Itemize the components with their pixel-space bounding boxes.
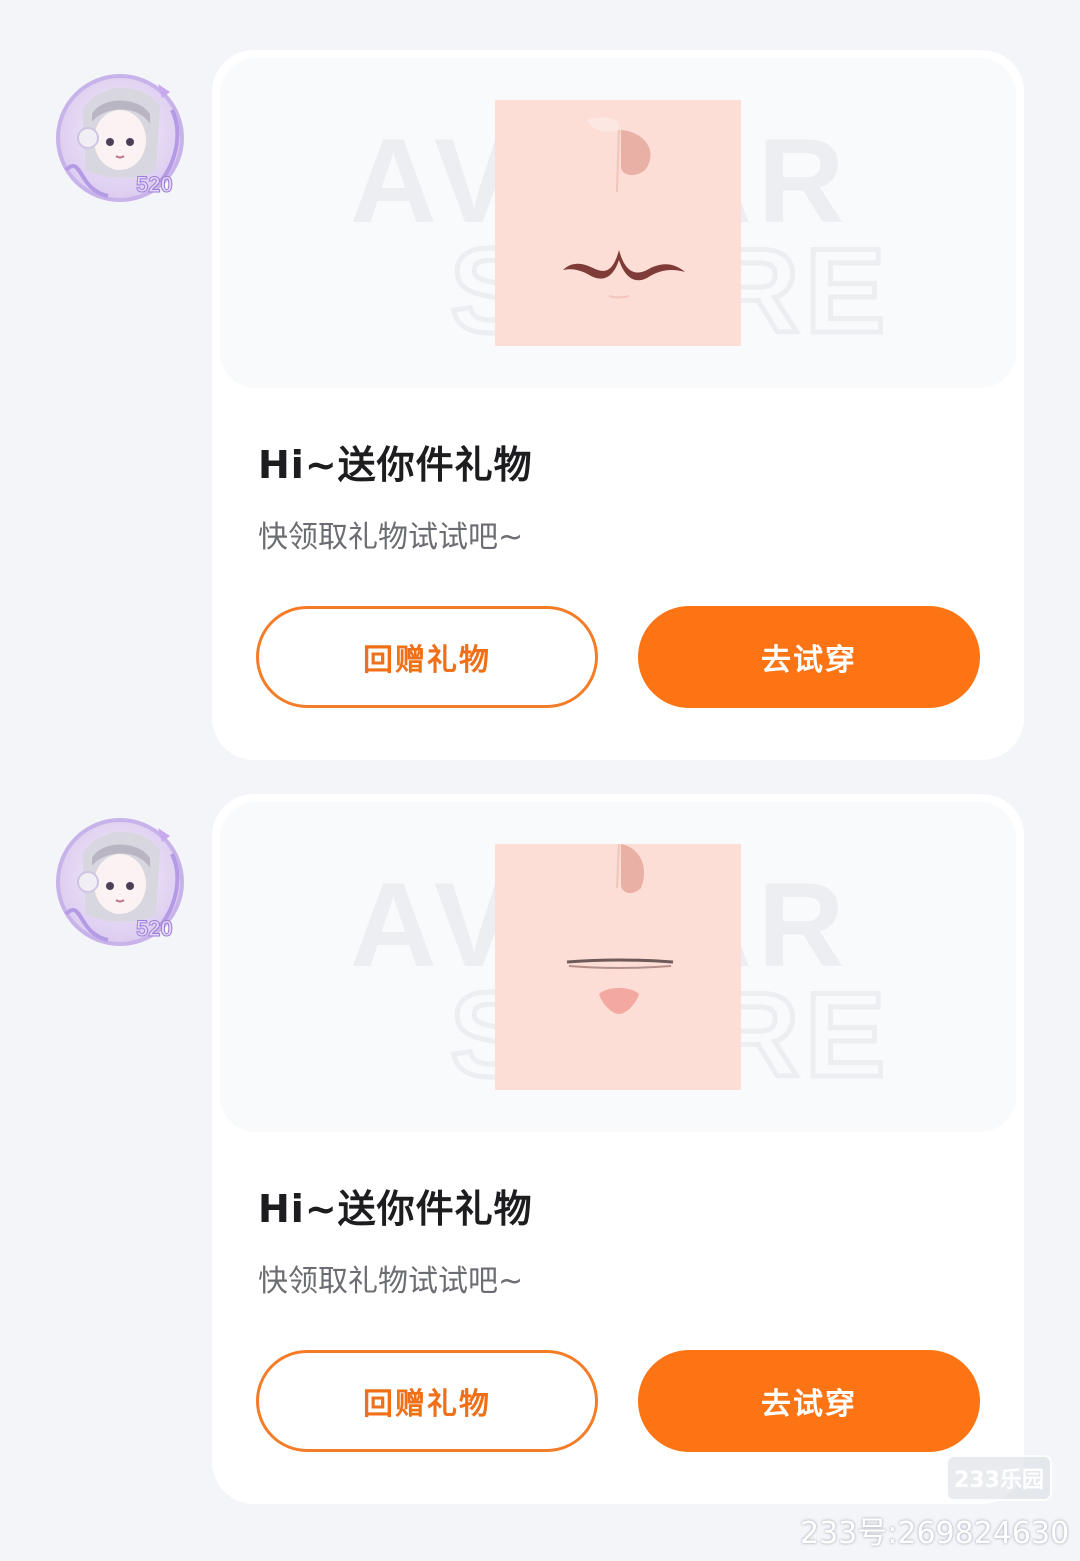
card-title: Hi~送你件礼物 <box>258 443 533 487</box>
try-on-button[interactable]: 去试穿 <box>638 1350 980 1452</box>
return-gift-button[interactable]: 回赠礼物 <box>256 1350 598 1452</box>
gift-card: AVATAR STORE Hi~送你件礼物 快领取礼物试试吧~ 回赠礼物 去试穿 <box>212 794 1024 1504</box>
item-preview[interactable]: AVATAR STORE <box>220 802 1016 1132</box>
card-subtitle: 快领取礼物试试吧~ <box>258 1264 524 1299</box>
avatar-badge: 520 <box>136 916 173 941</box>
gift-message-1: 520 AVATAR STORE Hi~送你件礼 <box>0 50 1080 762</box>
site-logo-watermark: 233乐园 <box>946 1455 1052 1501</box>
gift-message-2: 520 AVATAR STORE Hi~送你件礼 <box>0 794 1080 1506</box>
site-id-watermark: 233号:269824630 <box>800 1516 1070 1551</box>
sender-avatar[interactable]: 520 <box>52 70 188 206</box>
item-preview[interactable]: AVATAR STORE <box>220 58 1016 388</box>
avatar-badge: 520 <box>136 172 173 197</box>
anime-girl-avatar-icon: 520 <box>56 74 184 202</box>
face-mouth-tongue-icon <box>495 844 741 1090</box>
card-title: Hi~送你件礼物 <box>258 1187 533 1231</box>
sender-avatar[interactable]: 520 <box>52 814 188 950</box>
anime-girl-avatar-icon: 520 <box>56 818 184 946</box>
gift-card: AVATAR STORE Hi~送你件礼物 快领取礼物试试吧~ 回赠礼物 去试穿 <box>212 50 1024 760</box>
face-mouth-cat-smile-icon <box>495 100 741 346</box>
card-subtitle: 快领取礼物试试吧~ <box>258 520 524 555</box>
try-on-button[interactable]: 去试穿 <box>638 606 980 708</box>
return-gift-button[interactable]: 回赠礼物 <box>256 606 598 708</box>
